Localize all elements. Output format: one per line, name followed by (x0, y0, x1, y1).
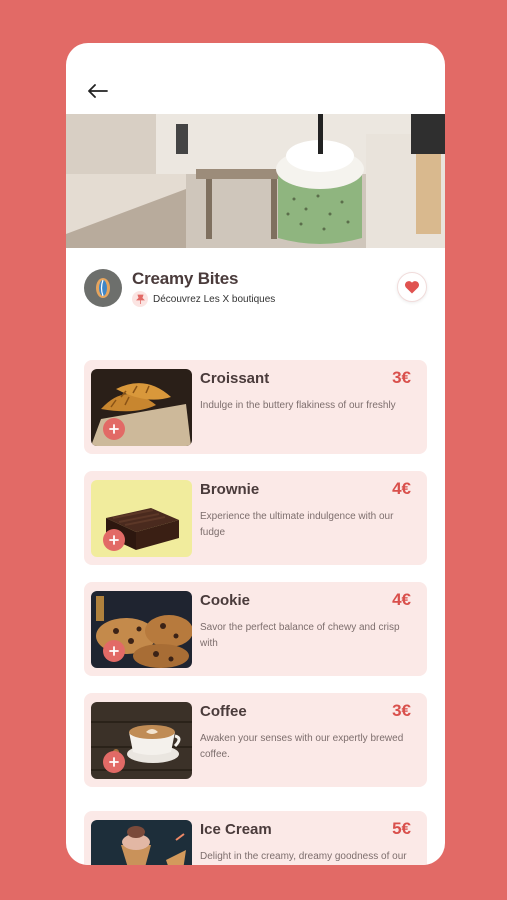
item-name: Coffee (200, 703, 247, 720)
item-name: Brownie (200, 481, 260, 498)
item-price: 4€ (392, 479, 411, 498)
arrow-left-icon (88, 84, 108, 98)
item-description: Awaken your senses with our expertly bre… (200, 733, 404, 760)
menu-item-brownie[interactable]: Brownie 4€ Experience the ultimate indul… (84, 471, 427, 565)
menu-item-croissant[interactable]: Croissant 3€ Indulge in the buttery flak… (84, 360, 427, 454)
pin-icon (132, 291, 148, 307)
item-name: Cookie (200, 592, 251, 609)
back-button[interactable] (84, 79, 112, 103)
croissant-image (91, 369, 192, 446)
menu-item-cookie[interactable]: Cookie 4€ Savor the perfect balance of c… (84, 582, 427, 676)
item-name: Croissant (200, 370, 270, 387)
store-cover-image (66, 114, 445, 248)
coffee-image (91, 702, 192, 779)
heart-icon (404, 281, 420, 294)
add-cookie-button[interactable] (103, 640, 125, 662)
store-locations-text: Découvrez Les X boutiques (153, 293, 276, 305)
item-price: 3€ (392, 701, 411, 720)
item-price: 5€ (392, 819, 411, 838)
menu-item-ice-cream[interactable]: Ice Cream 5€ Delight in the creamy, drea… (84, 811, 427, 865)
plus-icon (109, 424, 119, 434)
plus-icon (109, 646, 119, 656)
coffee-bean-icon (96, 278, 110, 298)
plus-icon (109, 535, 119, 545)
store-logo (84, 269, 122, 307)
item-name: Ice Cream (200, 821, 272, 838)
app-screen: Creamy Bites Découvrez Les X boutiques C… (66, 43, 445, 865)
plus-icon (109, 757, 119, 767)
cookie-image (91, 591, 192, 668)
add-croissant-button[interactable] (103, 418, 125, 440)
menu-item-coffee[interactable]: Coffee 3€ Awaken your senses with our ex… (84, 693, 427, 787)
store-locations-link[interactable]: Découvrez Les X boutiques (132, 291, 275, 307)
add-coffee-button[interactable] (103, 751, 125, 773)
ice-cream-image (91, 820, 192, 865)
favorite-button[interactable] (397, 272, 427, 302)
item-description: Savor the perfect balance of chewy and c… (200, 622, 400, 649)
item-description: Delight in the creamy, dreamy goodness o… (200, 851, 407, 862)
item-description: Indulge in the buttery flakiness of our … (200, 400, 396, 411)
brownie-image (91, 480, 192, 557)
item-price: 3€ (392, 368, 411, 387)
store-header: Creamy Bites Découvrez Les X boutiques (84, 269, 427, 309)
item-description: Experience the ultimate indulgence with … (200, 511, 394, 538)
item-price: 4€ (392, 590, 411, 609)
add-brownie-button[interactable] (103, 529, 125, 551)
store-name: Creamy Bites (132, 269, 239, 288)
